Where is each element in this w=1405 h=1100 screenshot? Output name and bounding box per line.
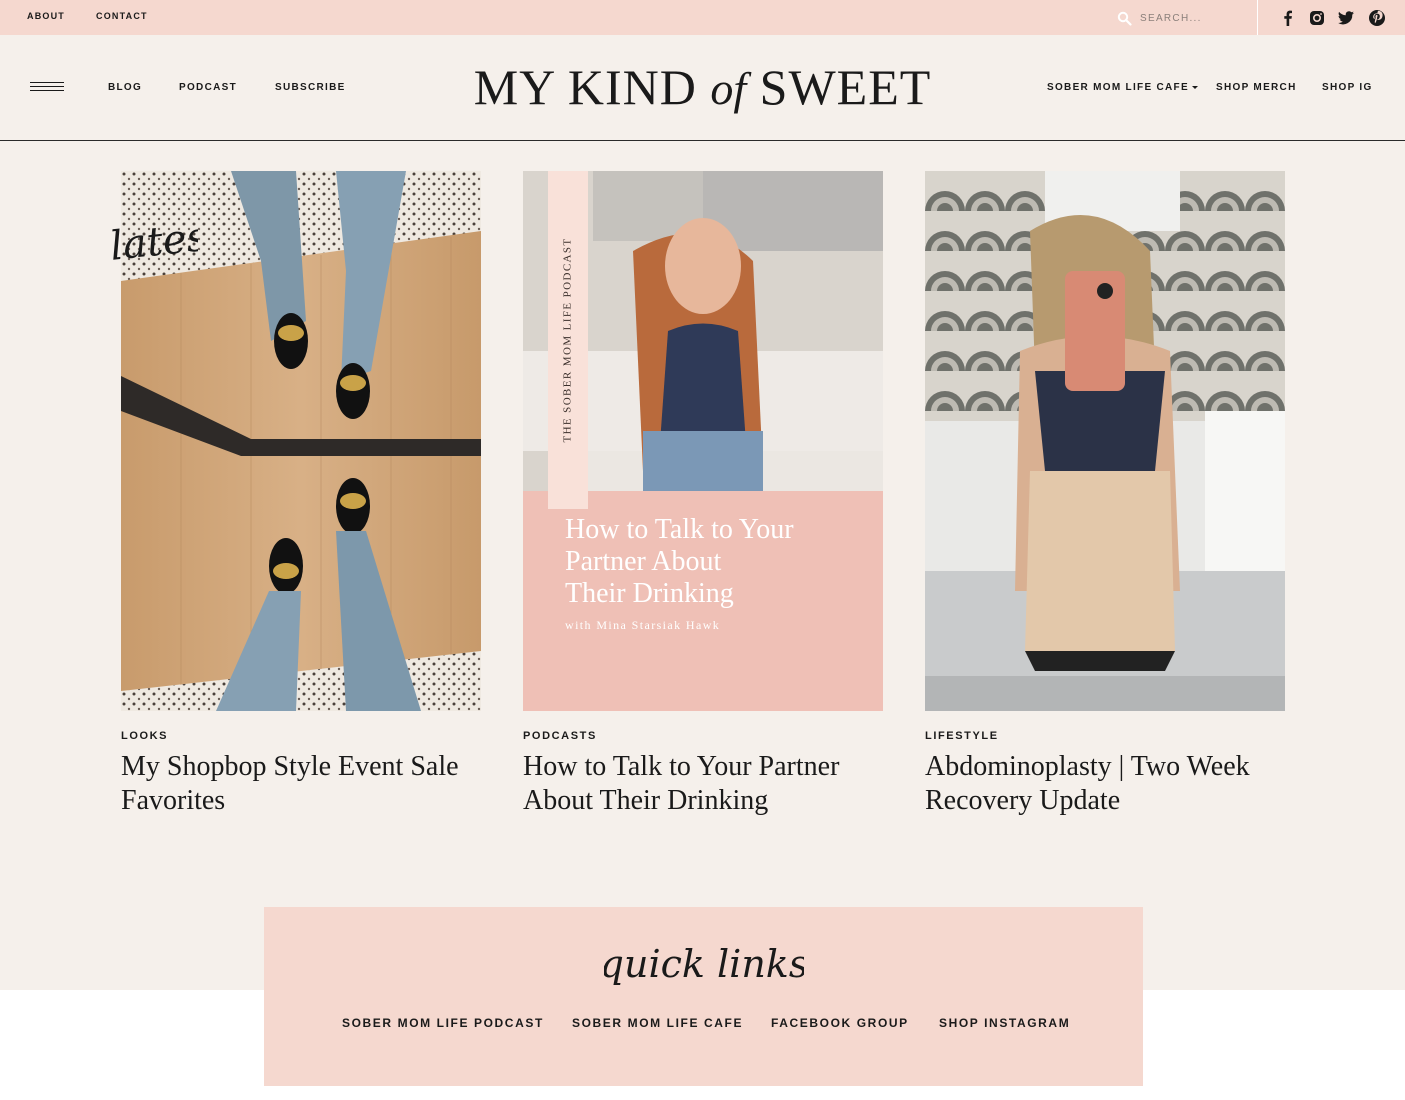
about-link[interactable]: ABOUT <box>27 11 65 21</box>
latest-script-heading: latest <box>108 212 198 268</box>
caret-down-icon <box>1191 85 1198 89</box>
post-card-2[interactable]: THE SOBER MOM LIFE PODCAST How to Talk t… <box>523 171 883 818</box>
search-box[interactable] <box>1117 10 1252 26</box>
podcast-vertical-label: THE SOBER MOM LIFE PODCAST <box>548 171 588 509</box>
search-input[interactable] <box>1138 11 1252 25</box>
latest-script-text: latest <box>108 212 198 268</box>
top-bar: ABOUT CONTACT <box>0 0 1405 35</box>
quick-links-title: quick links <box>264 937 1143 1002</box>
podcast-heading-line: Their Drinking <box>565 578 734 609</box>
nav-sober-mom-life-cafe-label: SOBER MOM LIFE CAFE <box>1047 82 1189 93</box>
post-category[interactable]: PODCASTS <box>523 730 883 742</box>
post-title[interactable]: Abdominoplasty | Two Week Recovery Updat… <box>925 750 1285 818</box>
post-image-mirror-selfie[interactable] <box>925 171 1285 711</box>
podcast-image-heading: How to Talk to Your Partner About Their … <box>565 514 794 610</box>
nav-shop-merch[interactable]: SHOP MERCH <box>1216 82 1297 93</box>
logo-part1: MY KIND <box>473 59 697 115</box>
post-image-podcast[interactable]: THE SOBER MOM LIFE PODCAST How to Talk t… <box>523 171 883 711</box>
search-icon <box>1117 11 1132 26</box>
post-card-3[interactable]: LIFESTYLE Abdominoplasty | Two Week Reco… <box>925 171 1285 818</box>
quick-links-title-text: quick links <box>604 942 804 986</box>
twitter-icon[interactable] <box>1337 9 1355 27</box>
post-category[interactable]: LIFESTYLE <box>925 730 1285 742</box>
quick-link-sober-mom-life-cafe[interactable]: SOBER MOM LIFE CAFE <box>572 1016 743 1030</box>
post-category[interactable]: LOOKS <box>121 730 481 742</box>
podcast-byline: with Mina Starsiak Hawk <box>565 618 721 632</box>
quick-links-section: quick links SOBER MOM LIFE PODCAST SOBER… <box>264 907 1143 1086</box>
post-title[interactable]: My Shopbop Style Event Sale Favorites <box>121 750 481 818</box>
logo-part3: SWEET <box>759 59 932 115</box>
site-header: BLOG PODCAST SUBSCRIBE MY KIND of SWEET … <box>0 35 1405 141</box>
podcast-vertical-text: THE SOBER MOM LIFE PODCAST <box>562 237 574 443</box>
facebook-icon[interactable] <box>1279 9 1297 27</box>
topbar-divider <box>1257 0 1258 35</box>
quick-link-shop-instagram[interactable]: SHOP INSTAGRAM <box>939 1016 1070 1030</box>
contact-link[interactable]: CONTACT <box>96 11 148 21</box>
nav-sober-mom-life-cafe[interactable]: SOBER MOM LIFE CAFE <box>1047 82 1198 93</box>
post-card-1[interactable]: LOOKS My Shopbop Style Event Sale Favori… <box>121 171 481 818</box>
quick-link-facebook-group[interactable]: FACEBOOK GROUP <box>771 1016 909 1030</box>
podcast-heading-line: Partner About <box>565 546 722 577</box>
logo-of: of <box>710 63 747 114</box>
pinterest-icon[interactable] <box>1368 9 1386 27</box>
post-title[interactable]: How to Talk to Your Partner About Their … <box>523 750 883 818</box>
instagram-icon[interactable] <box>1308 9 1326 27</box>
nav-shop-ig[interactable]: SHOP IG <box>1322 82 1373 93</box>
podcast-heading-line: How to Talk to Your <box>565 514 794 545</box>
quick-link-sober-mom-life-podcast[interactable]: SOBER MOM LIFE PODCAST <box>342 1016 544 1030</box>
